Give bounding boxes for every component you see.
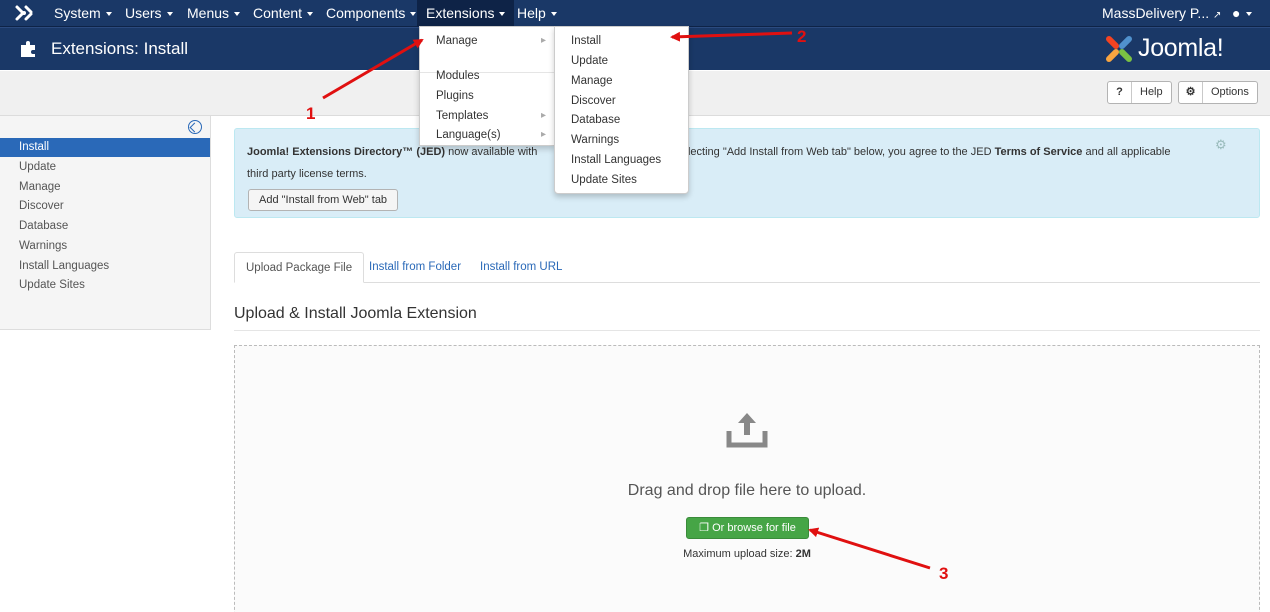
annotation-label-2: 2: [797, 27, 807, 46]
annotation-label-3: 3: [939, 564, 949, 583]
annotation-arrow-1: [322, 38, 424, 100]
annotation-arrow-2: [670, 31, 793, 42]
annotation-label-1: 1: [306, 104, 316, 123]
annotation-arrow-3: [808, 527, 931, 570]
annotation-arrows: [322, 31, 931, 570]
